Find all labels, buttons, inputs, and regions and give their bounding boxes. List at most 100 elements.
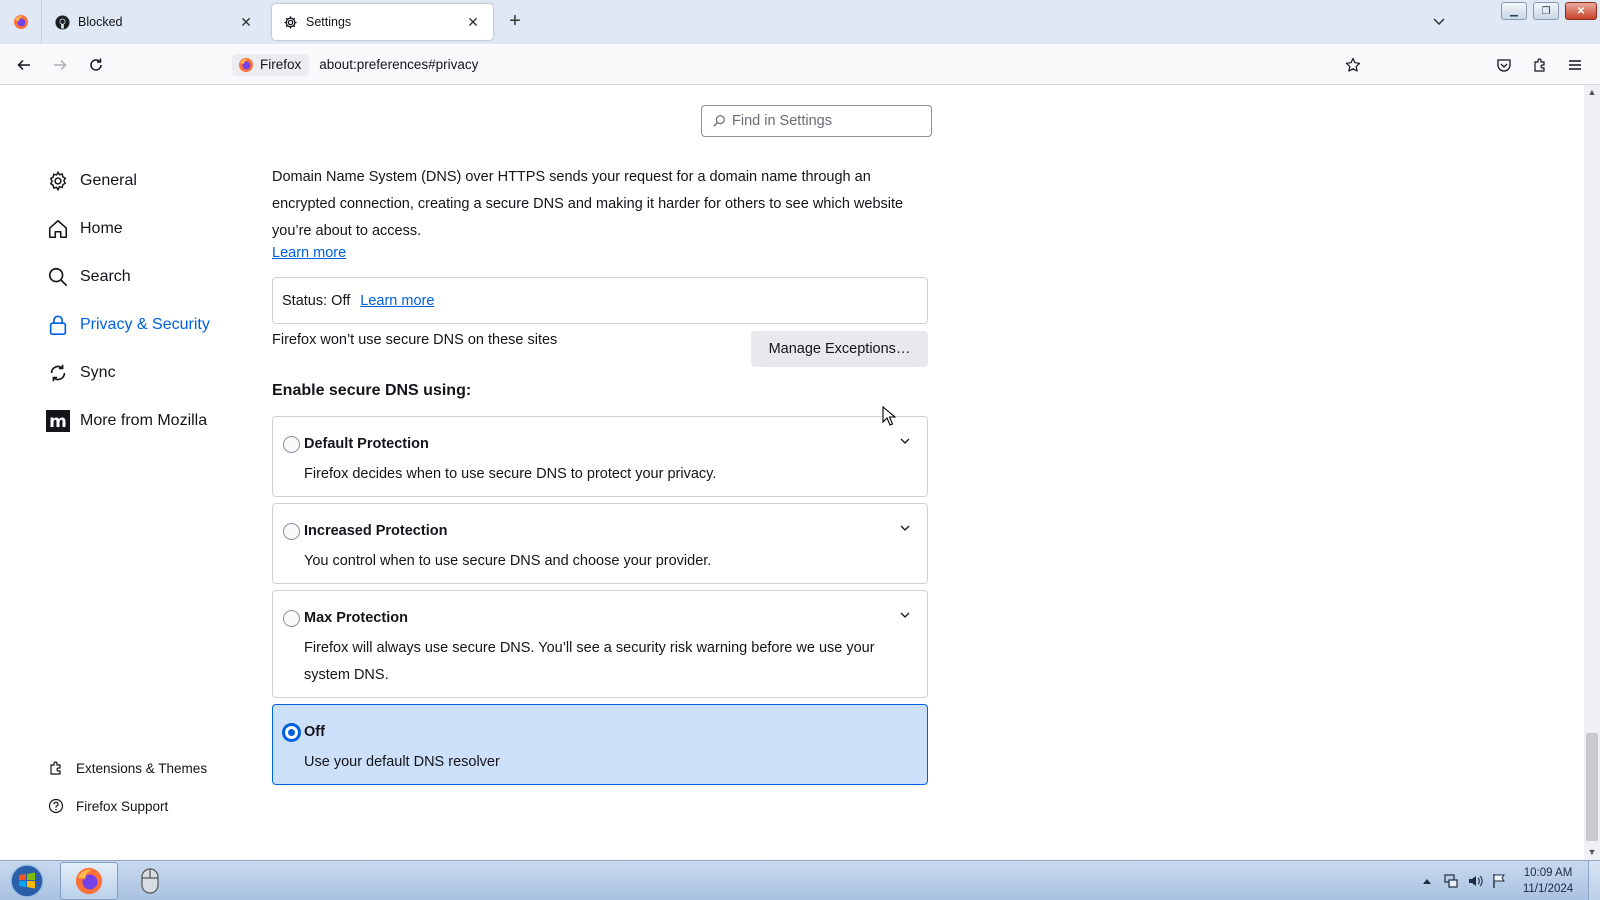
chevron-down-icon[interactable] [897,520,913,536]
taskbar-firefox-button[interactable] [60,862,118,900]
mouse-icon [141,868,159,894]
reload-icon [90,58,102,71]
option-default-protection[interactable]: Default Protection Firefox decides when … [272,416,928,497]
scroll-thumb[interactable] [1586,733,1598,841]
settings-page: Find in Settings General Home Search Pri… [0,85,1584,860]
radio-button[interactable] [283,436,300,453]
sidebar-extensions-themes-link[interactable]: Extensions & Themes [46,755,207,781]
tab-title: Settings [306,15,352,29]
sidebar-firefox-support-link[interactable]: Firefox Support [46,793,168,819]
extensions-puzzle-icon[interactable] [1527,52,1553,78]
back-button[interactable] [11,52,37,78]
tab-title: Blocked [78,15,123,29]
option-off[interactable]: Off Use your default DNS resolver [272,704,928,785]
sidebar-item-label: Sync [80,364,116,381]
sync-icon [46,361,70,385]
search-placeholder: Find in Settings [732,113,832,129]
forward-button[interactable] [47,52,73,78]
url-bar[interactable]: Firefox about:preferences#privacy [232,49,1372,80]
lock-icon [46,313,70,337]
chevron-down-icon[interactable] [897,433,913,449]
help-icon [46,796,66,816]
sidebar-item-sync[interactable]: Sync [46,357,116,389]
dns-status-text: Status: Off [282,292,351,309]
tab-blocked[interactable]: Blocked ✕ [44,4,266,40]
chevron-down-icon[interactable] [897,607,913,623]
sidebar-item-label: Search [80,268,131,285]
mozilla-icon: m [46,409,70,433]
windows-logo-icon [10,864,44,898]
github-icon [54,14,70,30]
action-center-flag-icon[interactable] [1490,872,1508,890]
pocket-icon[interactable] [1491,52,1517,78]
list-all-tabs-chevron-icon[interactable] [1428,12,1450,32]
sidebar-item-general[interactable]: General [46,165,137,197]
sidebar-item-label: General [80,172,137,189]
start-button[interactable] [4,862,50,900]
page-scrollbar[interactable]: ▲ ▼ [1584,85,1600,860]
system-clock[interactable]: 10:09 AM 11/1/2024 [1516,865,1580,897]
sidebar-item-search[interactable]: Search [46,261,131,293]
radio-button-selected[interactable] [283,724,300,741]
option-description: Firefox decides when to use secure DNS t… [304,466,717,482]
clock-time: 10:09 AM [1523,867,1573,879]
volume-icon[interactable] [1466,872,1484,890]
identity-label: Firefox [260,57,302,72]
sidebar-item-label: More from Mozilla [80,412,208,429]
scroll-down-arrow-icon[interactable]: ▼ [1587,847,1597,857]
show-hidden-icons-arrow-icon[interactable] [1418,872,1436,890]
identity-box[interactable]: Firefox [232,53,310,76]
firefox-icon [239,57,253,72]
sidebar-footer-label: Extensions & Themes [76,760,208,776]
option-title: Increased Protection [304,523,448,539]
reload-button[interactable] [83,52,109,78]
close-tab-icon[interactable]: ✕ [236,12,256,32]
minimize-window-button[interactable]: ▁ [1501,2,1527,20]
find-in-settings-input[interactable]: Find in Settings [701,105,932,137]
close-window-button[interactable]: ✕ [1565,2,1597,20]
radio-button[interactable] [283,523,300,540]
restore-window-button[interactable]: ❐ [1533,2,1559,20]
sidebar-item-privacy-security[interactable]: Privacy & Security [46,309,210,341]
forward-arrow-icon [54,59,67,71]
navigation-toolbar: Firefox about:preferences#privacy [0,44,1600,85]
tab-strip: Blocked ✕ Settings ✕ + ▁ ❐ ✕ [0,0,1600,44]
option-title: Max Protection [304,610,408,626]
option-title: Default Protection [304,436,429,452]
clock-date: 11/1/2024 [1522,883,1574,895]
show-desktop-button[interactable] [1588,861,1600,900]
manage-exceptions-button[interactable]: Manage Exceptions… [751,331,928,367]
sidebar-item-home[interactable]: Home [46,213,123,245]
dns-status-box: Status: Off Learn more [272,277,928,324]
option-increased-protection[interactable]: Increased Protection You control when to… [272,503,928,584]
option-description: Use your default DNS resolver [304,754,500,770]
firefox-icon [13,15,28,29]
scroll-up-arrow-icon[interactable]: ▲ [1587,87,1597,97]
option-title: Off [304,724,325,740]
gear-icon [46,169,70,193]
network-icon[interactable] [1442,872,1460,890]
enable-secure-dns-heading: Enable secure DNS using: [272,382,472,399]
option-description: Firefox will always use secure DNS. You’… [304,640,875,683]
mouse-cursor-icon [882,406,896,426]
search-icon [46,265,70,289]
option-description: You control when to use secure DNS and c… [304,553,712,569]
tab-settings[interactable]: Settings ✕ [272,4,493,40]
radio-button[interactable] [283,610,300,627]
bookmark-star-icon[interactable] [1340,52,1366,78]
new-tab-button[interactable]: + [503,10,527,34]
close-tab-icon[interactable]: ✕ [463,12,483,32]
gear-icon [282,14,298,30]
firefox-view-button[interactable] [0,0,42,44]
puzzle-icon [46,758,66,778]
sidebar-footer-label: Firefox Support [76,798,169,814]
app-menu-hamburger-icon[interactable] [1562,52,1588,78]
option-max-protection[interactable]: Max Protection Firefox will always use s… [272,590,928,698]
learn-more-link[interactable]: Learn more [272,245,346,261]
taskbar-mouse-app-button[interactable] [121,862,179,900]
dns-description: Domain Name System (DNS) over HTTPS send… [272,169,904,239]
sidebar-item-label: Home [80,220,123,237]
status-learn-more-link[interactable]: Learn more [360,293,434,309]
sidebar-item-more-from-mozilla[interactable]: m More from Mozilla [46,405,207,437]
url-text[interactable]: about:preferences#privacy [319,57,478,72]
